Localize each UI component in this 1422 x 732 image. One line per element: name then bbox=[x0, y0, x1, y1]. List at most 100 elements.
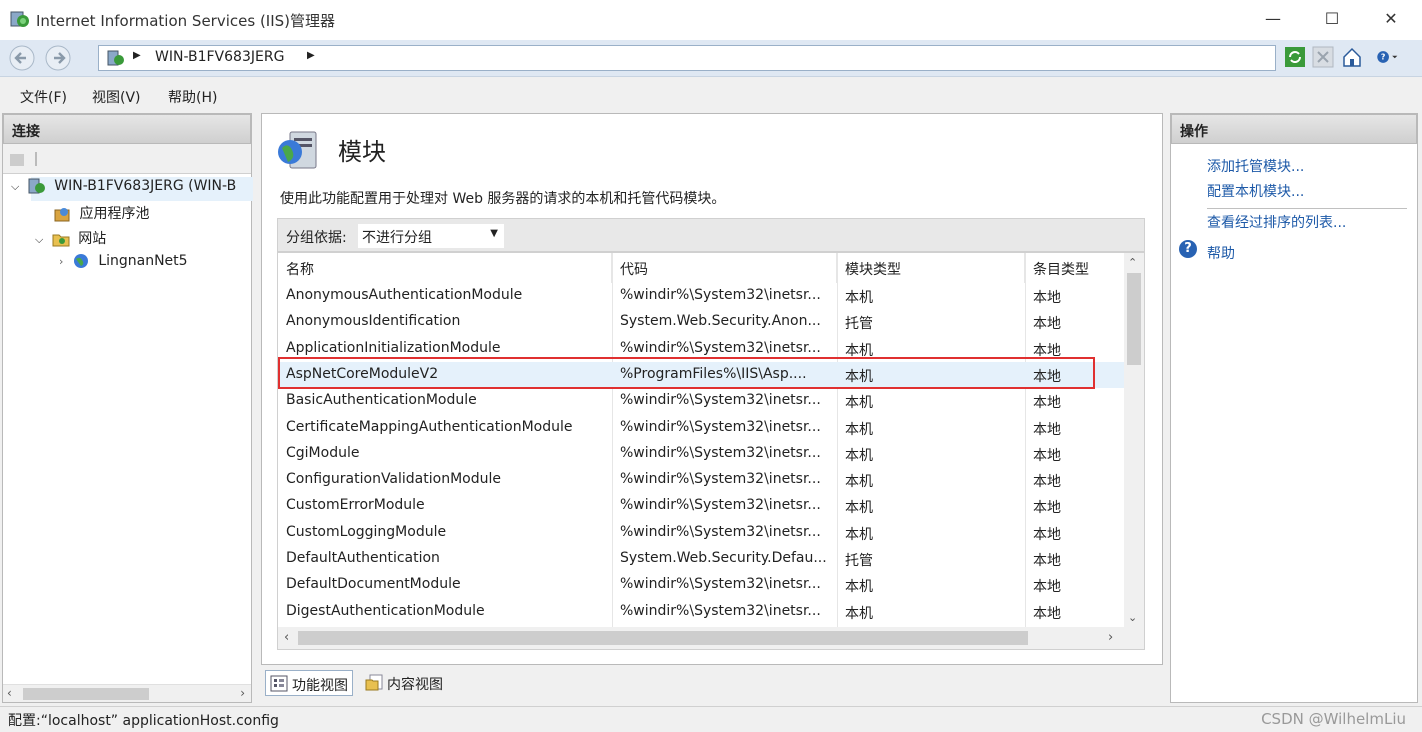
table-row[interactable]: AnonymousIdentification System.Web.Securi… bbox=[278, 309, 1126, 335]
menu-view[interactable]: 视图(V) bbox=[92, 87, 141, 107]
cell-entry-type: 本地 bbox=[1033, 605, 1061, 622]
chevron-right-icon[interactable]: › bbox=[59, 255, 63, 268]
tree-node-sites[interactable]: ⌵ 网站 bbox=[35, 228, 106, 248]
connections-panel: 连接 ⌵ WIN-B1FV683JERG (WIN-B 应用程序池 ⌵ 网站 ›… bbox=[2, 113, 253, 703]
close-button[interactable]: ✕ bbox=[1380, 8, 1402, 30]
group-by-value: 不进行分组 bbox=[362, 230, 432, 246]
cell-module-type: 本机 bbox=[845, 290, 873, 306]
scroll-left-icon[interactable]: ‹ bbox=[7, 686, 12, 700]
scroll-thumb[interactable] bbox=[23, 688, 149, 700]
tree-label-server: WIN-B1FV683JERG (WIN-B bbox=[54, 178, 237, 194]
group-by-label: 分组依据: bbox=[286, 230, 347, 246]
group-by-select[interactable]: 不进行分组 ▼ bbox=[358, 224, 504, 248]
view-ordered-list-link[interactable]: 查看经过排序的列表... bbox=[1207, 212, 1346, 232]
cell-code: %windir%\System32\inetsr... bbox=[620, 471, 821, 488]
cell-module-type: 本机 bbox=[845, 579, 873, 596]
scroll-thumb[interactable] bbox=[1127, 273, 1141, 365]
scroll-down-icon[interactable]: ⌄ bbox=[1128, 611, 1137, 624]
cell-entry-type: 本地 bbox=[1033, 526, 1061, 543]
table-row[interactable]: CustomLoggingModule %windir%\System32\ine… bbox=[278, 520, 1126, 546]
help-link[interactable]: 帮助 bbox=[1207, 243, 1235, 263]
tab-content-view[interactable]: 内容视图 bbox=[361, 670, 447, 696]
cell-name: CustomErrorModule bbox=[286, 497, 425, 514]
table-row[interactable]: AspNetCoreModuleV2 %ProgramFiles%\IIS\Asp… bbox=[278, 361, 1126, 388]
server-icon bbox=[28, 178, 45, 194]
scroll-left-icon[interactable]: ‹ bbox=[284, 630, 289, 645]
scroll-right-icon[interactable]: › bbox=[1108, 630, 1113, 645]
connect-icon[interactable] bbox=[9, 150, 39, 168]
add-managed-module-link[interactable]: 添加托管模块... bbox=[1207, 156, 1304, 176]
tree-node-server[interactable]: ⌵ WIN-B1FV683JERG (WIN-B bbox=[11, 178, 236, 194]
actions-panel: 操作 添加托管模块... 配置本机模块... 查看经过排序的列表... ? 帮助 bbox=[1170, 113, 1418, 703]
stop-icon[interactable] bbox=[1312, 46, 1334, 68]
connections-toolbar bbox=[3, 144, 251, 174]
scroll-thumb[interactable] bbox=[298, 631, 1028, 645]
dropdown-arrow-icon[interactable]: ▼ bbox=[490, 228, 498, 239]
column-header-code[interactable]: 代码 bbox=[612, 253, 837, 283]
minimize-button[interactable]: — bbox=[1262, 8, 1284, 30]
help-dropdown-icon[interactable]: ? bbox=[1376, 46, 1398, 68]
chevron-down-icon[interactable]: ⌵ bbox=[35, 233, 43, 246]
cell-entry-type: 本地 bbox=[1033, 342, 1061, 359]
menu-help[interactable]: 帮助(H) bbox=[168, 87, 217, 107]
window-title: Internet Information Services (IIS)管理器 bbox=[36, 12, 336, 30]
maximize-button[interactable]: ☐ bbox=[1321, 8, 1343, 30]
table-row[interactable]: ConfigurationValidationModule %windir%\Sy… bbox=[278, 467, 1126, 493]
cell-code: %windir%\System32\inetsr... bbox=[620, 339, 821, 356]
back-arrow-icon[interactable] bbox=[8, 45, 36, 71]
column-header-name[interactable]: 名称 ⌃ bbox=[278, 253, 612, 283]
table-row[interactable]: AnonymousAuthenticationModule %windir%\Sy… bbox=[278, 283, 1126, 309]
table-row[interactable]: ApplicationInitializationModule %windir%\… bbox=[278, 336, 1126, 362]
tree-label-app-pools: 应用程序池 bbox=[79, 206, 150, 222]
cell-code: System.Web.Security.Anon... bbox=[620, 313, 821, 330]
table-row[interactable]: DefaultDocumentModule %windir%\System32\i… bbox=[278, 572, 1126, 598]
cell-code: %windir%\System32\inetsr... bbox=[620, 576, 821, 593]
cell-module-type: 本机 bbox=[845, 368, 873, 385]
group-by-bar: 分组依据: 不进行分组 ▼ bbox=[277, 218, 1145, 252]
address-box[interactable]: ▶ WIN-B1FV683JERG ▶ bbox=[98, 45, 1276, 71]
breadcrumb-arrow-icon[interactable]: ▶ bbox=[307, 50, 315, 61]
table-vscroll[interactable]: ⌃ ⌄ bbox=[1124, 253, 1144, 627]
modules-feature-icon bbox=[278, 131, 317, 169]
globe-icon bbox=[73, 254, 88, 268]
column-header-entry-type[interactable]: 条目类型 bbox=[1025, 253, 1126, 283]
title-bar: Internet Information Services (IIS)管理器 —… bbox=[0, 0, 1422, 40]
scroll-up-icon[interactable]: ⌃ bbox=[1128, 256, 1137, 269]
cell-entry-type: 本地 bbox=[1033, 474, 1061, 491]
table-row[interactable]: DigestAuthenticationModule %windir%\Syste… bbox=[278, 599, 1126, 625]
connections-hscroll[interactable]: ‹ › bbox=[3, 684, 251, 702]
tree-label-site: LingnanNet5 bbox=[98, 253, 188, 269]
cell-entry-type: 本地 bbox=[1033, 553, 1061, 569]
table-row[interactable]: CustomErrorModule %windir%\System32\inets… bbox=[278, 493, 1126, 519]
table-hscroll[interactable]: ‹ › bbox=[278, 627, 1144, 649]
cell-name: DigestAuthenticationModule bbox=[286, 602, 485, 619]
content-view-icon bbox=[365, 674, 383, 691]
forward-arrow-icon[interactable] bbox=[44, 45, 72, 71]
actions-divider bbox=[1207, 208, 1407, 209]
server-icon bbox=[107, 50, 124, 66]
breadcrumb-server[interactable]: WIN-B1FV683JERG bbox=[155, 49, 284, 65]
menu-file[interactable]: 文件(F) bbox=[20, 87, 67, 107]
actions-header: 操作 bbox=[1171, 114, 1417, 144]
cell-name: AspNetCoreModuleV2 bbox=[286, 365, 439, 382]
configure-native-modules-link[interactable]: 配置本机模块... bbox=[1207, 181, 1304, 201]
table-row[interactable]: BasicAuthenticationModule %windir%\System… bbox=[278, 388, 1126, 414]
refresh-icon[interactable] bbox=[1284, 46, 1306, 68]
tab-features-view[interactable]: 功能视图 bbox=[265, 670, 353, 696]
chevron-down-icon[interactable]: ⌵ bbox=[11, 180, 19, 193]
table-row[interactable]: DefaultAuthentication System.Web.Security… bbox=[278, 546, 1126, 572]
home-icon[interactable] bbox=[1341, 46, 1363, 68]
cell-entry-type: 本地 bbox=[1033, 579, 1061, 596]
menu-bar: 文件(F) 视图(V) 帮助(H) bbox=[0, 84, 1422, 108]
scroll-right-icon[interactable]: › bbox=[240, 686, 245, 700]
tree-node-app-pools[interactable]: 应用程序池 bbox=[53, 203, 149, 223]
iis-app-icon bbox=[10, 11, 29, 27]
cell-name: DefaultDocumentModule bbox=[286, 576, 461, 593]
cell-name: CustomLoggingModule bbox=[286, 523, 447, 540]
tree-node-site-lingnan[interactable]: › LingnanNet5 bbox=[59, 253, 188, 269]
cell-name: BasicAuthenticationModule bbox=[286, 392, 477, 409]
table-row[interactable]: CertificateMappingAuthenticationModule %w… bbox=[278, 415, 1126, 441]
table-row[interactable]: CgiModule %windir%\System32\inetsr... 本机 本地 bbox=[278, 441, 1126, 467]
column-header-module-type[interactable]: 模块类型 bbox=[837, 253, 1025, 283]
breadcrumb-arrow-icon[interactable]: ▶ bbox=[133, 50, 141, 61]
